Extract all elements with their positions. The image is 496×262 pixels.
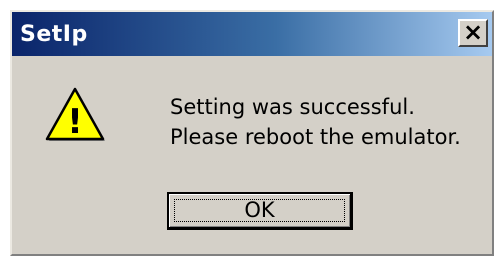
exclamation-glyph: !: [67, 102, 83, 142]
ok-button-label: OK: [244, 198, 275, 222]
close-button[interactable]: ×: [458, 19, 488, 47]
title-bar[interactable]: SetIp ×: [12, 12, 492, 56]
window-title: SetIp: [20, 22, 88, 47]
ok-button[interactable]: OK: [167, 192, 353, 230]
warning-icon: !: [45, 87, 105, 142]
message-line-2: Please reboot the emulator.: [170, 125, 461, 149]
close-icon: ×: [462, 18, 484, 46]
setip-dialog: SetIp × ! Setting was successful. Please…: [10, 10, 494, 256]
message-line-1: Setting was successful.: [170, 95, 415, 119]
message-text: Setting was successful. Please reboot th…: [170, 92, 461, 152]
